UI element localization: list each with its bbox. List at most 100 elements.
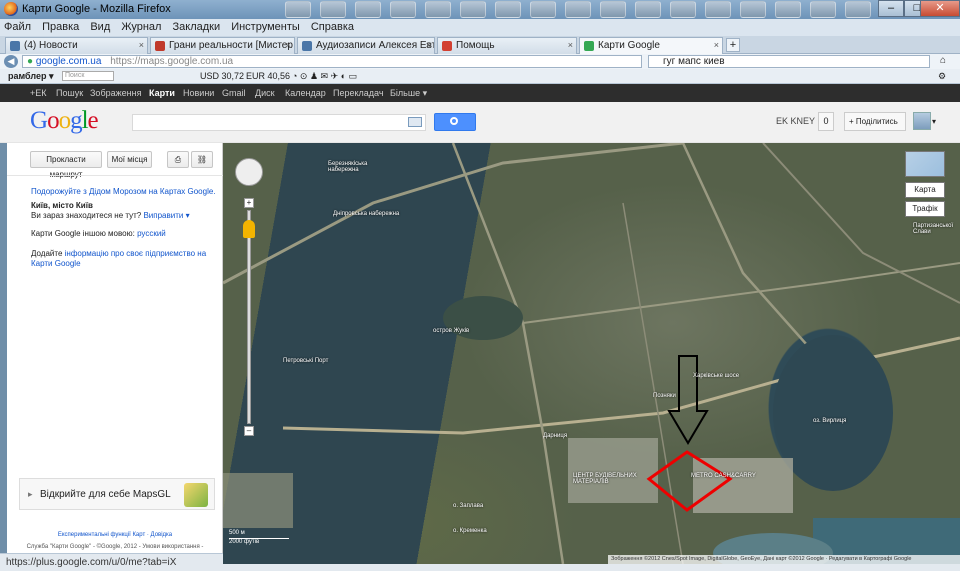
rambler-search-input[interactable]: Поиск	[62, 71, 114, 81]
menu-bookmarks[interactable]: Закладки	[169, 19, 225, 35]
footer-links: Експериментальні функції Карт · Довідка …	[7, 529, 223, 553]
maps-search-input[interactable]	[132, 114, 426, 131]
gbar-plus[interactable]: +ЕК	[30, 88, 47, 98]
google-logo[interactable]: Google	[30, 107, 99, 135]
tab-help[interactable]: Помощь ×	[437, 37, 577, 54]
tab-google-maps[interactable]: Карти Google ×	[579, 37, 723, 54]
gbar-search[interactable]: Пошук	[56, 88, 83, 98]
satellite-map[interactable]: Березнякіська набережна Дніпровська набер…	[223, 143, 960, 564]
map-overlay	[223, 143, 960, 564]
tab-bar: (4) Новости × Грани реальности [Мистер .…	[0, 36, 960, 54]
layer-switcher: Карта Трафік	[905, 151, 945, 217]
gbar-drive[interactable]: Диск	[255, 88, 275, 98]
tab-label: Помощь	[456, 40, 495, 51]
search-button[interactable]	[434, 113, 476, 131]
chevron-right-icon: ▸	[28, 489, 33, 499]
browser-search-input[interactable]: гуг мапс киев	[648, 55, 930, 68]
taskbar-app-icon[interactable]	[425, 1, 451, 18]
tab-grani[interactable]: Грани реальности [Мистер ... ×	[150, 37, 295, 54]
map-label: о. Заплава	[453, 503, 484, 509]
avatar[interactable]	[913, 112, 931, 130]
tab-audio[interactable]: Аудиозаписи Алексея Евту... ×	[297, 37, 435, 54]
menu-tools[interactable]: Инструменты	[227, 19, 304, 35]
close-tab-icon[interactable]: ×	[286, 40, 291, 50]
language-link[interactable]: русский	[137, 229, 166, 238]
directions-button[interactable]: Прокласти маршрут	[30, 151, 102, 179]
taskbar-app-icon[interactable]	[565, 1, 591, 18]
menu-help[interactable]: Справка	[307, 19, 358, 35]
back-icon[interactable]: ◀	[4, 55, 18, 68]
close-tab-icon[interactable]: ×	[714, 40, 719, 50]
menu-view[interactable]: Вид	[86, 19, 114, 35]
status-bar	[223, 564, 960, 571]
layer-map-button[interactable]: Карта	[905, 182, 945, 198]
gbar-news[interactable]: Новини	[183, 88, 214, 98]
link-button[interactable]: ⛓	[191, 151, 213, 168]
zoom-out-button[interactable]: –	[244, 426, 254, 436]
map-label: ЦЕНТР БУДІВЕЛЬНИХ МАТЕРІАЛІВ	[573, 473, 637, 485]
add-business-text: Додайте	[31, 249, 63, 258]
taskbar-app-icon[interactable]	[320, 1, 346, 18]
map-label: Партизанської Слави	[913, 223, 954, 235]
rambler-menu[interactable]: рамблер ▾	[8, 71, 54, 82]
map-thumbnail[interactable]	[905, 151, 945, 177]
taskbar-app-icon[interactable]	[530, 1, 556, 18]
layer-traffic-button[interactable]: Трафік	[905, 201, 945, 217]
close-tab-icon[interactable]: ×	[568, 40, 573, 50]
close-tab-icon[interactable]: ×	[139, 40, 144, 50]
scale-bar: 500 м 2000 футів	[229, 530, 289, 545]
gbar-translate[interactable]: Перекладач	[333, 88, 384, 98]
map-label: остров Жуків	[433, 328, 470, 334]
taskbar-app-icon[interactable]	[285, 1, 311, 18]
menu-file[interactable]: Файл	[0, 19, 35, 35]
taskbar-app-icon[interactable]	[355, 1, 381, 18]
new-tab-button[interactable]: +	[726, 38, 740, 52]
taskbar-app-icon[interactable]	[740, 1, 766, 18]
home-icon[interactable]: ⌂	[940, 55, 946, 66]
taskbar-app-icon[interactable]	[810, 1, 836, 18]
zoom-slider[interactable]	[247, 210, 251, 424]
window-titlebar: Карти Google - Mozilla Firefox – □ ✕	[0, 0, 960, 19]
menu-edit[interactable]: Правка	[38, 19, 83, 35]
taskbar-app-icon[interactable]	[670, 1, 696, 18]
settings-icon[interactable]: ⚙	[938, 71, 946, 82]
tab-news[interactable]: (4) Новости ×	[5, 37, 148, 54]
zoom-in-button[interactable]: +	[244, 198, 254, 208]
pan-control[interactable]	[235, 158, 263, 186]
taskbar-app-icon[interactable]	[460, 1, 486, 18]
share-button[interactable]: + Поділитись	[844, 112, 906, 131]
fix-location-link[interactable]: Виправити ▾	[143, 211, 189, 220]
gbar-gmail[interactable]: Gmail	[222, 88, 246, 98]
notifications-count[interactable]: 0	[818, 112, 834, 131]
taskbar-app-icon[interactable]	[600, 1, 626, 18]
taskbar-app-icon[interactable]	[845, 1, 871, 18]
chevron-down-icon[interactable]: ▾	[932, 117, 936, 126]
close-tab-icon[interactable]: ×	[426, 40, 431, 50]
taskbar-app-icon[interactable]	[390, 1, 416, 18]
taskbar-app-icon[interactable]	[705, 1, 731, 18]
scale-imperial: 2000 футів	[229, 538, 289, 545]
keyboard-icon[interactable]	[408, 117, 422, 127]
experimental-link[interactable]: Експериментальні функції Карт · Довідка	[7, 529, 223, 541]
gbar-more[interactable]: Більше ▾	[390, 88, 427, 99]
status-bar-url: https://plus.google.com/u/0/me?tab=iX	[0, 553, 223, 571]
menu-history[interactable]: Журнал	[117, 19, 165, 35]
gbar-maps[interactable]: Карти	[149, 88, 175, 98]
toolbar-icons[interactable]: ◔ ⊙ ♟ ✉ ✈ ◐ ▭	[292, 71, 357, 82]
santa-link[interactable]: Подорожуйте з Дідом Морозом на Картах Go…	[31, 187, 217, 196]
minimize-button[interactable]: –	[878, 0, 904, 17]
pegman-icon[interactable]	[243, 220, 255, 238]
gbar-calendar[interactable]: Календар	[285, 88, 326, 98]
close-button[interactable]: ✕	[920, 0, 960, 17]
taskbar-app-icon[interactable]	[635, 1, 661, 18]
google-bar: +ЕК Пошук Зображення Карти Новини Gmail …	[0, 84, 960, 102]
gbar-images[interactable]: Зображення	[90, 88, 141, 98]
mapsgl-promo[interactable]: ▸ Відкрийте для себе MapsGL	[19, 478, 215, 510]
taskbar-app-icon[interactable]	[495, 1, 521, 18]
my-places-button[interactable]: Мої місця	[107, 151, 152, 168]
taskbar-app-icon[interactable]	[775, 1, 801, 18]
tab-label: (4) Новости	[24, 40, 78, 51]
print-button[interactable]: ⎙	[167, 151, 189, 168]
url-field[interactable]: ● google.com.ua https://maps.google.com.…	[22, 55, 642, 68]
user-name[interactable]: EK KNEY	[776, 116, 815, 126]
